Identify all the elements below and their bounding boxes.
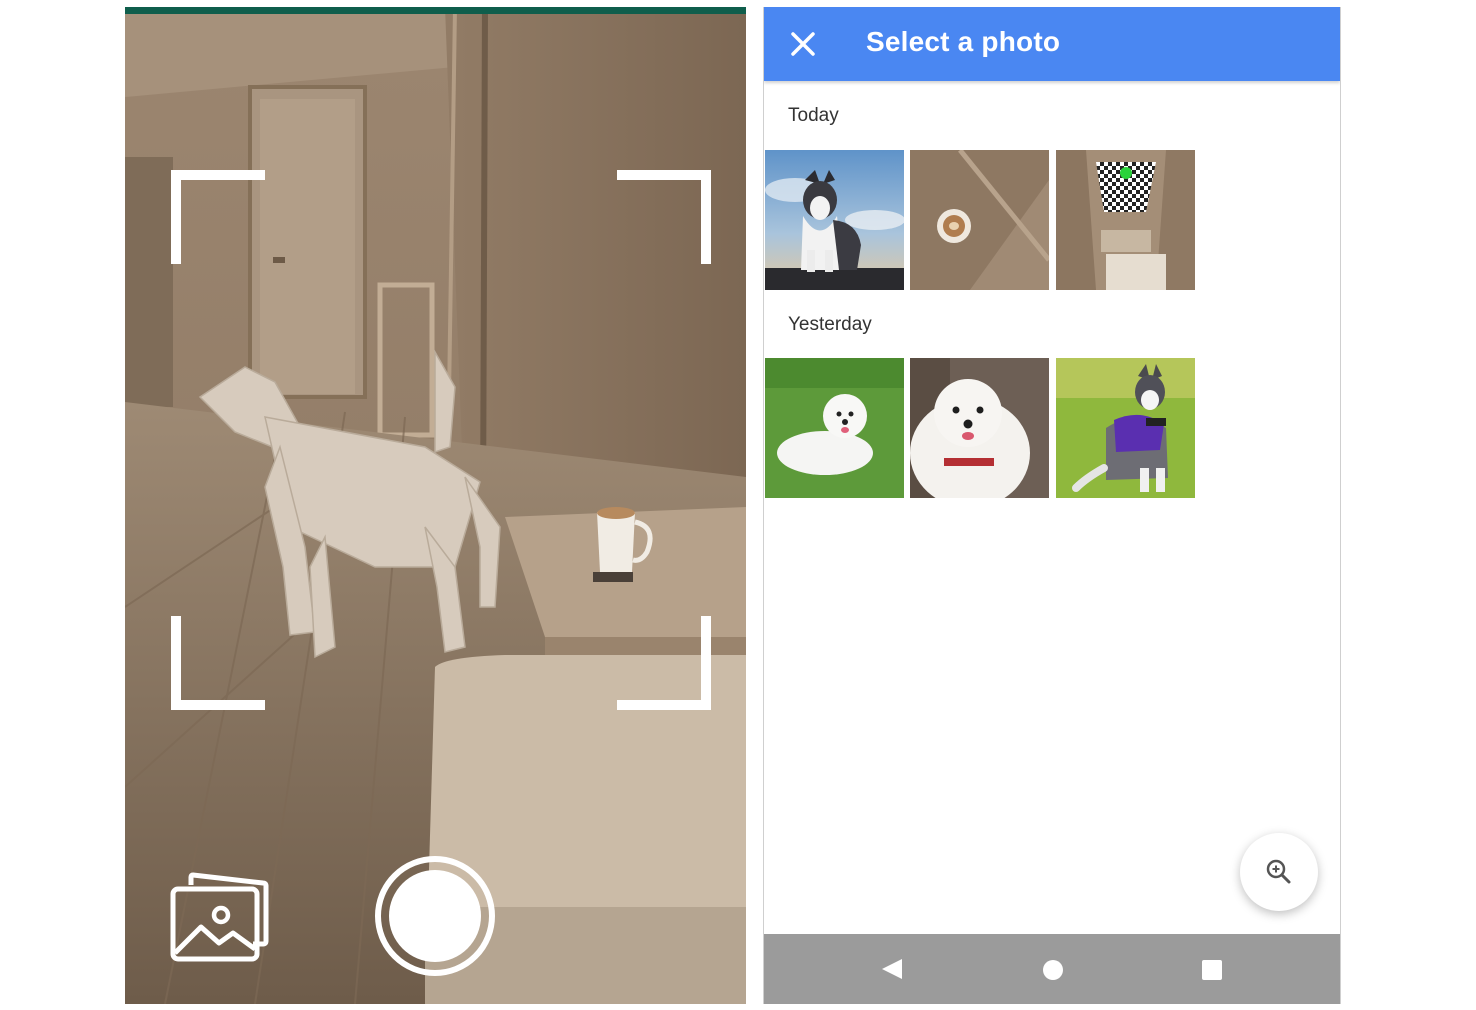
coffee-cup-photo — [910, 150, 1049, 290]
photo-thumbnail-white-dog-portrait[interactable] — [910, 358, 1049, 498]
zoom-button[interactable] — [1240, 833, 1318, 911]
camera-screen — [125, 7, 746, 1004]
system-nav-bar — [764, 934, 1340, 1004]
husky-photo — [765, 150, 904, 290]
photo-thumbnail-coffee-cup[interactable] — [910, 150, 1049, 290]
photo-thumbnail-room-ceiling[interactable] — [1056, 150, 1195, 290]
section-label-today: Today — [788, 105, 839, 126]
back-icon[interactable] — [880, 958, 904, 980]
white-dog-portrait-photo — [910, 358, 1049, 498]
gallery-button[interactable] — [169, 871, 273, 967]
shutter-icon — [389, 870, 481, 962]
status-bar — [125, 7, 746, 14]
camera-preview — [125, 7, 746, 1004]
viewfinder-corner-top-left — [171, 170, 265, 264]
viewfinder-corner-bottom-right — [617, 616, 711, 710]
white-dog-lying-photo — [765, 358, 904, 498]
husky-with-harness-photo — [1056, 358, 1195, 498]
app-bar: Select a photo — [764, 7, 1340, 81]
section-label-yesterday: Yesterday — [788, 314, 872, 335]
photo-picker: Select a photo Today Yesterday — [763, 7, 1341, 1004]
room-ceiling-photo — [1056, 150, 1195, 290]
zoom-in-icon — [1266, 859, 1291, 884]
viewfinder-corner-bottom-left — [171, 616, 265, 710]
shutter-button[interactable] — [375, 856, 495, 976]
viewfinder-corner-top-right — [617, 170, 711, 264]
recents-icon[interactable] — [1201, 959, 1223, 981]
photo-thumbnail-husky[interactable] — [765, 150, 904, 290]
photo-thumbnail-white-dog-lying[interactable] — [765, 358, 904, 498]
gallery-icon — [170, 872, 269, 962]
page-title: Select a photo — [866, 26, 1061, 57]
home-icon[interactable] — [1042, 959, 1064, 981]
photo-thumbnail-husky-with-harness[interactable] — [1056, 358, 1195, 498]
close-icon[interactable] — [786, 27, 820, 61]
